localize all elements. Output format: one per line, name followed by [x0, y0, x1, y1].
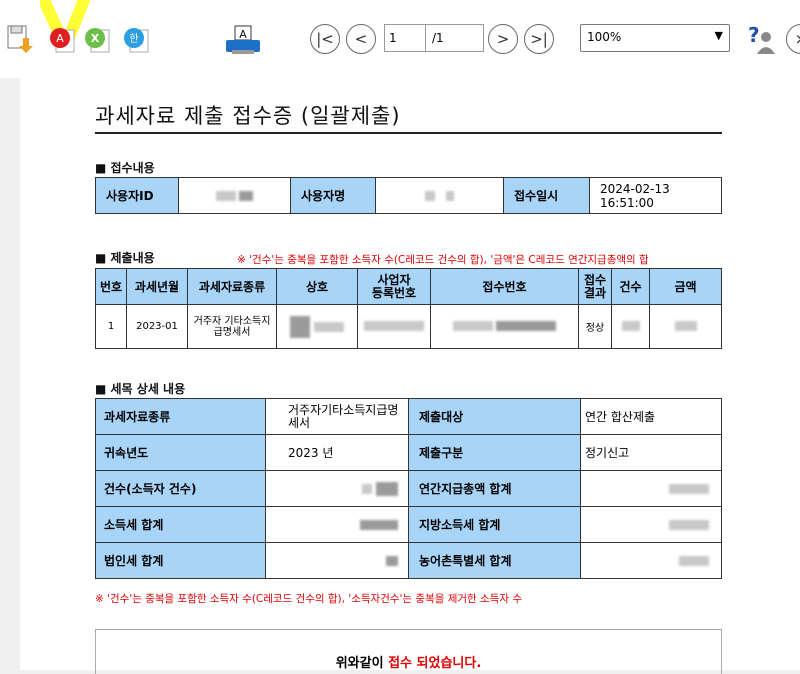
next-page-button[interactable]: >	[488, 24, 518, 54]
document-page: 과세자료 제출 접수증 (일괄제출) ■ 접수내용 사용자ID 사용자명 접수일…	[20, 78, 800, 674]
detail-type-value: 거주자기타소득지급명세서	[265, 398, 409, 435]
receipt-date: 2024-02-13	[600, 181, 670, 196]
pdf-icon[interactable]: A	[48, 24, 76, 54]
hwp-icon[interactable]: 한	[122, 24, 150, 54]
detail-type-label: 과세자료종류	[95, 398, 266, 435]
detail-corp-tax-value	[265, 542, 409, 579]
svg-text:X: X	[91, 32, 100, 45]
detail-count-label: 건수(소득자 건수)	[95, 470, 266, 507]
confirmation-text: 접수 되었습니다.	[388, 656, 482, 671]
svg-text:A: A	[239, 28, 247, 41]
receipt-table: 사용자ID 사용자명 접수일시 2024-02-13 16:51:00	[95, 177, 722, 214]
detail-kind-value: 정기신고	[580, 434, 722, 471]
row-result: 정상	[578, 304, 612, 349]
col-type: 과세자료종류	[187, 268, 277, 305]
submission-note: ※ '건수'는 중복을 포함한 소득자 수(C레코드 건수의 합), '금액'은…	[237, 254, 649, 266]
row-biz-reg-no	[357, 304, 431, 349]
print-icon[interactable]: A	[224, 24, 262, 54]
detail-kind-label: 제출구분	[408, 434, 581, 471]
document-title: 과세자료 제출 접수증 (일괄제출)	[95, 104, 401, 128]
detail-section-heading: ■ 세목 상세 내용	[95, 382, 186, 396]
detail-rural-tax-label: 농어촌특별세 합계	[408, 542, 581, 579]
col-amount: 금액	[649, 268, 722, 305]
detail-total-pay-value	[580, 470, 722, 507]
last-page-button[interactable]: >|	[524, 24, 554, 54]
receipt-time: 16:51:00	[600, 195, 654, 210]
row-company	[276, 304, 358, 349]
svg-text:한: 한	[129, 33, 138, 45]
zoom-select[interactable]: 100% ▼	[580, 24, 730, 52]
svg-text:?: ?	[748, 24, 760, 47]
detail-note: ※ '건수'는 중복을 포함한 소득자 수(C레코드 건수의 합), '소득자건…	[95, 593, 523, 605]
confirmation-box: 위와같이 접수 되었습니다.	[95, 629, 722, 674]
detail-total-pay-label: 연간지급총액 합계	[408, 470, 581, 507]
page-total: /1	[426, 24, 484, 52]
receipt-date-value: 2024-02-13 16:51:00	[589, 177, 722, 214]
col-company: 상호	[276, 268, 358, 305]
col-count: 건수	[611, 268, 650, 305]
detail-local-tax-label: 지방소득세 합계	[408, 506, 581, 543]
col-no: 번호	[95, 268, 127, 305]
viewer-toolbar: A X 한 A |< < 1 /1 > >| 100% ▼ ? ×	[0, 0, 800, 78]
detail-income-tax-label: 소득세 합계	[95, 506, 266, 543]
col-biz-reg-no: 사업자 등록번호	[357, 268, 431, 305]
detail-rural-tax-value	[580, 542, 722, 579]
user-name-label: 사용자명	[290, 177, 376, 214]
row-no: 1	[95, 304, 127, 349]
svg-text:A: A	[56, 32, 64, 45]
close-button[interactable]: ×	[786, 24, 800, 54]
col-period: 과세년월	[126, 268, 188, 305]
zoom-value: 100%	[587, 30, 622, 44]
detail-target-value: 연간 합산제출	[580, 398, 722, 435]
row-receipt-no	[430, 304, 579, 349]
page-number-input[interactable]: 1	[384, 24, 426, 52]
row-period: 2023-01	[126, 304, 188, 349]
col-result: 접수 결과	[578, 268, 612, 305]
detail-income-tax-value	[265, 506, 409, 543]
detail-year-label: 귀속년도	[95, 434, 266, 471]
detail-local-tax-value	[580, 506, 722, 543]
detail-target-label: 제출대상	[408, 398, 581, 435]
row-count	[611, 304, 650, 349]
chevron-down-icon: ▼	[714, 29, 723, 42]
row-amount	[649, 304, 722, 349]
user-name-value	[375, 177, 504, 214]
first-page-button[interactable]: |<	[310, 24, 340, 54]
help-icon[interactable]: ?	[742, 23, 776, 54]
user-id-value	[178, 177, 291, 214]
receipt-section-heading: ■ 접수내용	[95, 161, 155, 175]
prev-page-button[interactable]: <	[346, 24, 376, 54]
save-download-icon[interactable]	[6, 24, 34, 54]
detail-table: 과세자료종류 거주자기타소득지급명세서 제출대상 연간 합산제출 귀속년도 20…	[95, 398, 722, 579]
detail-year-value: 2023 년	[265, 434, 409, 471]
col-receipt-no: 접수번호	[430, 268, 579, 305]
confirmation-prefix: 위와같이	[335, 656, 384, 671]
title-divider	[95, 132, 722, 134]
close-icon: ×	[795, 30, 800, 48]
detail-count-value	[265, 470, 409, 507]
excel-icon[interactable]: X	[83, 24, 111, 54]
submission-section-heading: ■ 제출내용	[95, 251, 155, 265]
row-type: 거주자 기타소득지급명세서	[187, 304, 277, 349]
user-id-label: 사용자ID	[95, 177, 179, 214]
table-row: 1 2023-01 거주자 기타소득지급명세서 정상	[95, 304, 722, 349]
receipt-date-label: 접수일시	[503, 177, 590, 214]
detail-corp-tax-label: 법인세 합계	[95, 542, 266, 579]
submission-table: 번호 과세년월 과세자료종류 상호 사업자 등록번호 접수번호 접수 결과 건수…	[95, 268, 722, 349]
